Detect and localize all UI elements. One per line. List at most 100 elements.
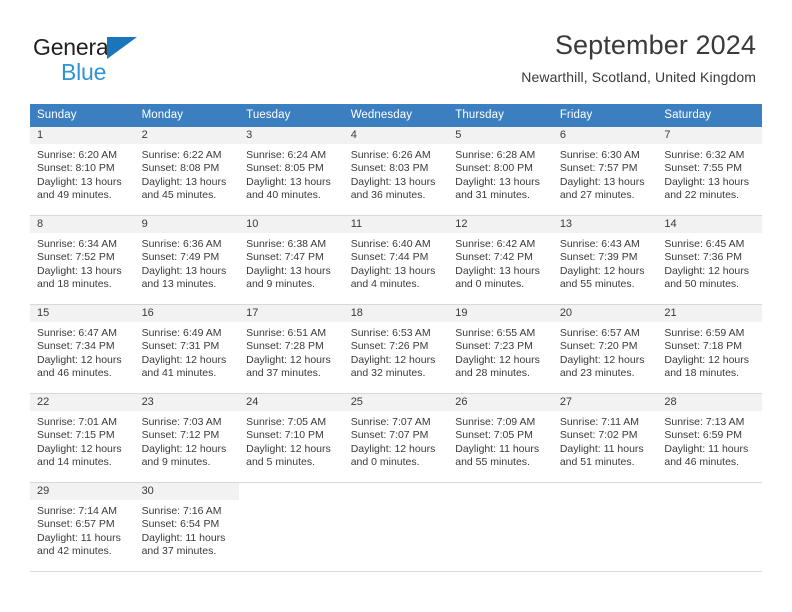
calendar-day-cell[interactable]: 25 Sunrise: 7:07 AM Sunset: 7:07 PM Dayligh… (343, 393, 449, 483)
sunrise-text: Sunrise: 7:16 AM (141, 505, 222, 517)
sunrise-text: Sunrise: 6:20 AM (37, 149, 117, 161)
calendar-day-cell[interactable]: 23 Sunrise: 7:03 AM Sunset: 7:12 PM Dayligh… (134, 393, 240, 483)
sunrise-text: Sunrise: 6:40 AM (350, 238, 431, 250)
calendar-day-cell[interactable]: 30 Sunrise: 7:16 AM Sunset: 6:54 PM Dayligh… (134, 482, 240, 572)
calendar-day-cell[interactable]: 17 Sunrise: 6:51 AM Sunset: 7:28 PM Dayligh… (239, 304, 344, 394)
day-cell-inner: 22 Sunrise: 7:01 AM Sunset: 7:15 PM Dayligh… (30, 394, 135, 482)
calendar-day-cell[interactable]: 16 Sunrise: 6:49 AM Sunset: 7:31 PM Dayligh… (134, 304, 240, 394)
day-number: 10 (239, 216, 344, 233)
daylight-text-line2: and 18 minutes. (664, 366, 740, 379)
day-details: Sunrise: 7:16 AM Sunset: 6:54 PM Daylight:… (135, 500, 240, 558)
calendar-day-cell[interactable]: 15 Sunrise: 6:47 AM Sunset: 7:34 PM Dayligh… (30, 304, 135, 394)
calendar-day-cell[interactable]: 22 Sunrise: 7:01 AM Sunset: 7:15 PM Dayligh… (30, 393, 135, 483)
page-header: General Blue September 2024 Newarthill, … (0, 0, 792, 100)
calendar-day-cell[interactable]: 3 Sunrise: 6:24 AM Sunset: 8:05 PM Daylight… (239, 126, 344, 216)
calendar-day-cell[interactable]: 5 Sunrise: 6:28 AM Sunset: 8:00 PM Daylight… (448, 126, 553, 216)
day-cell-inner: 15 Sunrise: 6:47 AM Sunset: 7:34 PM Dayligh… (30, 305, 135, 393)
calendar-table: Sunday Monday Tuesday Wednesday Thursday Frid… (30, 104, 762, 572)
calendar-day-cell[interactable]: 24 Sunrise: 7:05 AM Sunset: 7:10 PM Dayligh… (239, 393, 344, 483)
day-number: 18 (343, 305, 449, 322)
calendar-day-cell[interactable]: 11 Sunrise: 6:40 AM Sunset: 7:44 PM Dayligh… (343, 215, 449, 305)
day-details (344, 500, 449, 505)
day-number: 12 (448, 216, 553, 233)
calendar-week-row: 22 Sunrise: 7:01 AM Sunset: 7:15 PM Dayligh… (30, 393, 762, 483)
calendar-day-cell[interactable]: 19 Sunrise: 6:55 AM Sunset: 7:23 PM Dayligh… (448, 304, 553, 394)
calendar-day-cell[interactable]: 1 Sunrise: 6:20 AM Sunset: 8:10 PM Daylight… (30, 126, 135, 216)
calendar-header-row: Sunday Monday Tuesday Wednesday Thursday Frid… (30, 104, 762, 127)
day-cell-inner: 17 Sunrise: 6:51 AM Sunset: 7:28 PM Dayligh… (239, 305, 344, 393)
column-header-wednesday: Wednesday (343, 104, 449, 127)
day-number (344, 483, 449, 500)
calendar-day-cell[interactable]: 2 Sunrise: 6:22 AM Sunset: 8:08 PM Daylight… (134, 126, 240, 216)
general-blue-logo[interactable]: General Blue (33, 33, 203, 89)
day-cell-inner: 30 Sunrise: 7:16 AM Sunset: 6:54 PM Dayligh… (134, 483, 240, 571)
day-cell-inner: 23 Sunrise: 7:03 AM Sunset: 7:12 PM Dayligh… (134, 394, 240, 482)
day-details (553, 500, 658, 505)
sunrise-text: Sunrise: 6:42 AM (455, 238, 536, 250)
calendar-day-cell[interactable]: 8 Sunrise: 6:34 AM Sunset: 7:52 PM Daylight… (30, 215, 135, 305)
calendar-day-cell[interactable]: 12 Sunrise: 6:42 AM Sunset: 7:42 PM Dayligh… (448, 215, 553, 305)
calendar-day-cell[interactable]: 10 Sunrise: 6:38 AM Sunset: 7:47 PM Dayligh… (239, 215, 344, 305)
sunrise-text: Sunrise: 6:28 AM (455, 149, 536, 161)
day-details: Sunrise: 6:32 AM Sunset: 7:55 PM Daylight:… (657, 144, 762, 202)
calendar-day-cell[interactable]: 7 Sunrise: 6:32 AM Sunset: 7:55 PM Daylight… (657, 126, 762, 216)
day-cell-inner: 1 Sunrise: 6:20 AM Sunset: 8:10 PM Daylight… (30, 127, 135, 215)
sunrise-text: Sunrise: 6:57 AM (559, 327, 640, 339)
calendar-day-cell[interactable]: 18 Sunrise: 6:53 AM Sunset: 7:26 PM Dayligh… (343, 304, 449, 394)
day-cell-inner (239, 483, 344, 571)
sunset-text: Sunset: 7:31 PM (141, 340, 220, 353)
calendar-day-cell-empty (239, 482, 344, 572)
calendar-day-cell[interactable]: 4 Sunrise: 6:26 AM Sunset: 8:03 PM Daylight… (343, 126, 449, 216)
daylight-text-line2: and 49 minutes. (37, 188, 112, 201)
calendar-day-cell[interactable]: 20 Sunrise: 6:57 AM Sunset: 7:20 PM Dayligh… (552, 304, 658, 394)
day-number: 24 (239, 394, 344, 411)
calendar-day-cell[interactable]: 14 Sunrise: 6:45 AM Sunset: 7:36 PM Dayligh… (657, 215, 762, 305)
sunrise-text: Sunrise: 6:55 AM (455, 327, 536, 339)
sunrise-text: Sunrise: 7:09 AM (455, 416, 536, 428)
day-details: Sunrise: 6:59 AM Sunset: 7:18 PM Daylight:… (657, 322, 762, 380)
calendar-day-cell[interactable]: 6 Sunrise: 6:30 AM Sunset: 7:57 PM Daylight… (552, 126, 658, 216)
day-details: Sunrise: 6:43 AM Sunset: 7:39 PM Daylight:… (553, 233, 658, 291)
day-details (657, 500, 762, 505)
daylight-text-line1: Daylight: 13 hours (455, 264, 540, 277)
calendar-day-cell[interactable]: 21 Sunrise: 6:59 AM Sunset: 7:18 PM Dayligh… (657, 304, 762, 394)
sunset-text: Sunset: 8:03 PM (350, 162, 429, 175)
calendar-day-cell[interactable]: 29 Sunrise: 7:14 AM Sunset: 6:57 PM Dayligh… (30, 482, 135, 572)
sunset-text: Sunset: 7:52 PM (37, 251, 115, 264)
daylight-text-line1: Daylight: 12 hours (246, 353, 331, 366)
day-cell-inner (448, 483, 553, 571)
day-details (448, 500, 553, 505)
calendar-week-row: 29 Sunrise: 7:14 AM Sunset: 6:57 PM Dayligh… (30, 482, 762, 572)
calendar-day-cell[interactable]: 13 Sunrise: 6:43 AM Sunset: 7:39 PM Dayligh… (552, 215, 658, 305)
day-details: Sunrise: 6:24 AM Sunset: 8:05 PM Daylight:… (239, 144, 344, 202)
sunrise-text: Sunrise: 6:32 AM (664, 149, 745, 161)
sunset-text: Sunset: 7:49 PM (141, 251, 220, 264)
sunset-text: Sunset: 7:47 PM (246, 251, 324, 264)
daylight-text-line1: Daylight: 13 hours (246, 175, 331, 188)
day-details: Sunrise: 6:22 AM Sunset: 8:08 PM Daylight:… (135, 144, 240, 202)
calendar-day-cell[interactable]: 27 Sunrise: 7:11 AM Sunset: 7:02 PM Dayligh… (552, 393, 658, 483)
day-cell-inner: 21 Sunrise: 6:59 AM Sunset: 7:18 PM Dayligh… (657, 305, 762, 393)
sunset-text: Sunset: 7:34 PM (37, 340, 115, 353)
day-details: Sunrise: 6:55 AM Sunset: 7:23 PM Daylight:… (448, 322, 553, 380)
day-cell-inner: 11 Sunrise: 6:40 AM Sunset: 7:44 PM Dayligh… (343, 216, 449, 304)
day-details: Sunrise: 6:49 AM Sunset: 7:31 PM Daylight:… (135, 322, 240, 380)
daylight-text-line2: and 0 minutes. (350, 455, 420, 468)
daylight-text-line1: Daylight: 12 hours (559, 353, 645, 366)
sunset-text: Sunset: 7:07 PM (350, 429, 429, 442)
day-details: Sunrise: 7:11 AM Sunset: 7:02 PM Daylight:… (553, 411, 658, 469)
day-details: Sunrise: 7:13 AM Sunset: 6:59 PM Daylight:… (657, 411, 762, 469)
day-details: Sunrise: 6:28 AM Sunset: 8:00 PM Daylight:… (448, 144, 553, 202)
day-cell-inner: 3 Sunrise: 6:24 AM Sunset: 8:05 PM Daylight… (239, 127, 344, 215)
calendar-day-cell[interactable]: 9 Sunrise: 6:36 AM Sunset: 7:49 PM Daylight… (134, 215, 240, 305)
sunrise-text: Sunrise: 6:47 AM (37, 327, 117, 339)
day-number (657, 483, 762, 500)
daylight-text-line2: and 55 minutes. (455, 455, 530, 468)
calendar-day-cell[interactable]: 26 Sunrise: 7:09 AM Sunset: 7:05 PM Dayligh… (448, 393, 553, 483)
day-number: 8 (30, 216, 135, 233)
daylight-text-line1: Daylight: 12 hours (559, 264, 645, 277)
calendar-day-cell-empty (657, 482, 762, 572)
day-number (448, 483, 553, 500)
calendar-day-cell[interactable]: 28 Sunrise: 7:13 AM Sunset: 6:59 PM Dayligh… (657, 393, 762, 483)
day-details: Sunrise: 6:45 AM Sunset: 7:36 PM Daylight:… (657, 233, 762, 291)
